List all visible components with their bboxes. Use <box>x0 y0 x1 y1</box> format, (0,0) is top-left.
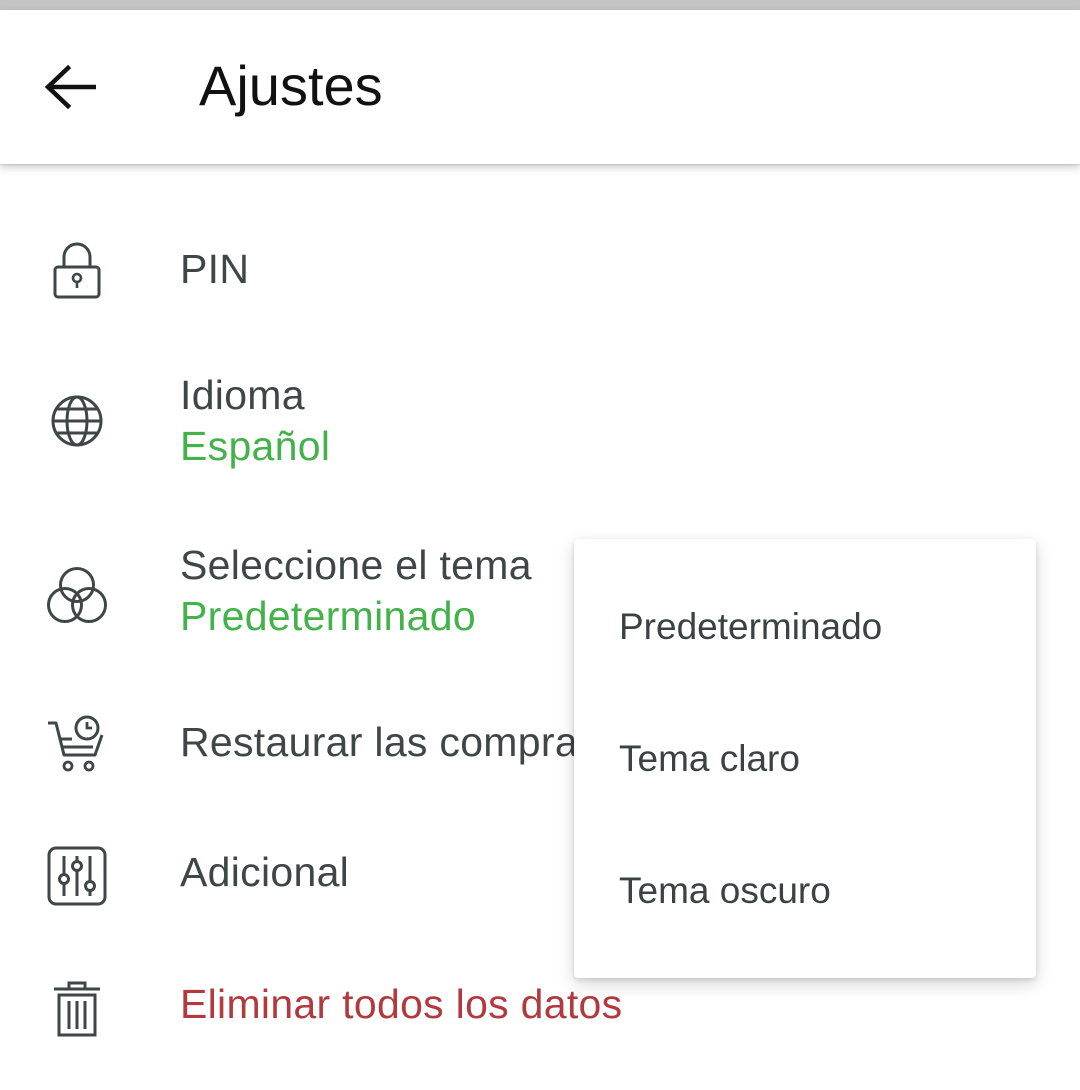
setting-language-value: Español <box>180 423 331 469</box>
setting-pin-label: PIN <box>180 246 250 292</box>
app-bar: Ajustes <box>0 10 1080 164</box>
menu-item-default-theme-label: Predeterminado <box>619 606 883 647</box>
circles-icon <box>42 561 112 631</box>
cart-clock-icon <box>42 711 112 781</box>
menu-item-dark-theme-label: Tema oscuro <box>619 870 831 911</box>
arrow-left-icon <box>44 65 96 109</box>
setting-language-label: Idioma <box>180 372 305 418</box>
status-bar-strip <box>0 0 1080 10</box>
setting-additional-label: Adicional <box>180 849 350 895</box>
menu-item-light-theme-label: Tema claro <box>619 738 800 779</box>
globe-icon <box>42 386 112 456</box>
page-title: Ajustes <box>199 54 383 117</box>
setting-restore-label: Restaurar las compras <box>180 719 599 765</box>
setting-delete-label: Eliminar todos los datos <box>180 981 623 1027</box>
menu-item-dark-theme[interactable]: Tema oscuro <box>574 825 1036 957</box>
menu-item-light-theme[interactable]: Tema claro <box>574 693 1036 825</box>
setting-pin[interactable]: PIN <box>0 204 1080 336</box>
setting-theme-label: Seleccione el tema <box>180 542 532 588</box>
setting-language[interactable]: Idioma Español <box>0 354 1080 494</box>
menu-item-default-theme[interactable]: Predeterminado <box>574 561 1036 693</box>
theme-dropdown-menu: Predeterminado Tema claro Tema oscuro <box>574 539 1036 978</box>
setting-theme-value: Predeterminado <box>180 593 476 639</box>
trash-icon <box>42 974 112 1044</box>
back-button[interactable] <box>30 47 110 127</box>
sliders-icon <box>42 841 112 911</box>
lock-icon <box>42 235 112 305</box>
